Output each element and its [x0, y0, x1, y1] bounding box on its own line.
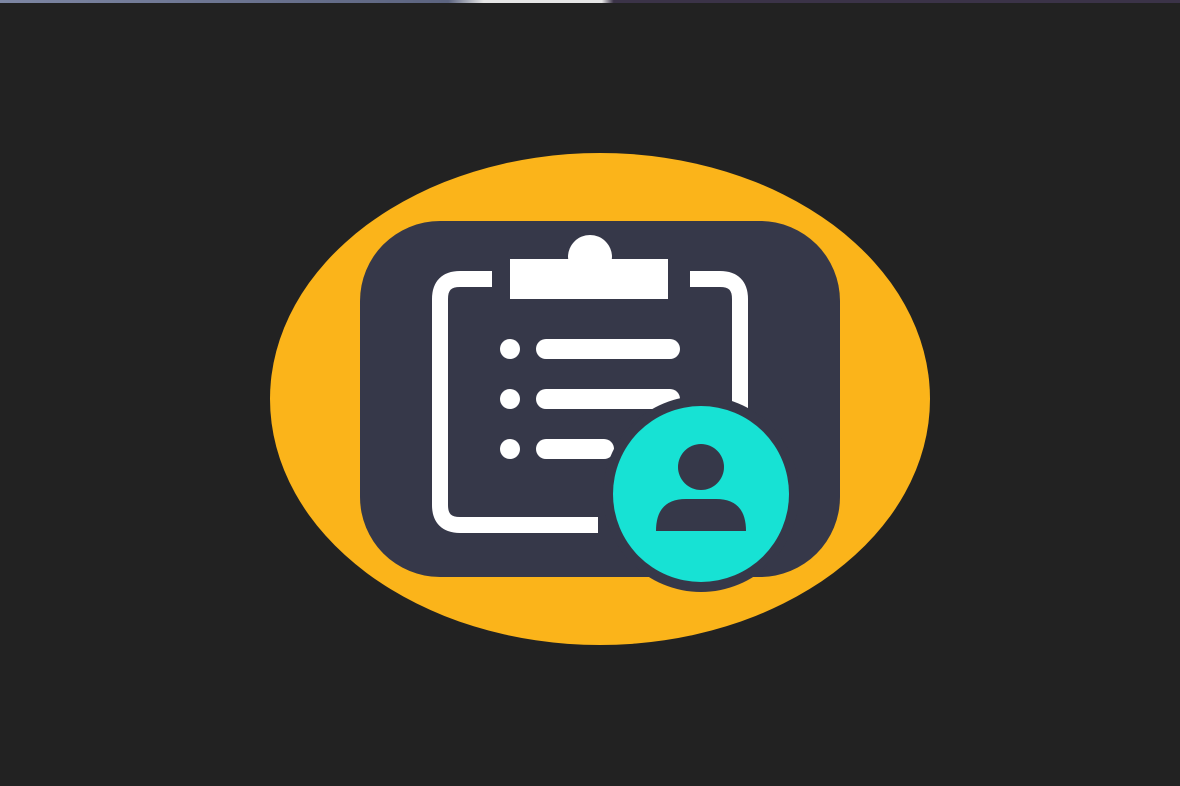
user-badge — [613, 406, 789, 582]
list-line-3 — [536, 439, 614, 459]
list-bullet-1 — [500, 339, 520, 359]
list-bullet-3 — [500, 439, 520, 459]
user-body-icon — [656, 499, 746, 531]
list-bullet-2 — [500, 389, 520, 409]
app-icon-screen — [0, 0, 1180, 786]
user-head-icon — [678, 444, 724, 490]
clipboard-clip — [510, 259, 668, 299]
list-line-1 — [536, 339, 680, 359]
clipboard-user-icon[interactable] — [270, 153, 930, 645]
top-edge-strip — [0, 0, 1180, 3]
clipboard-user-icon-graphic — [270, 153, 930, 645]
